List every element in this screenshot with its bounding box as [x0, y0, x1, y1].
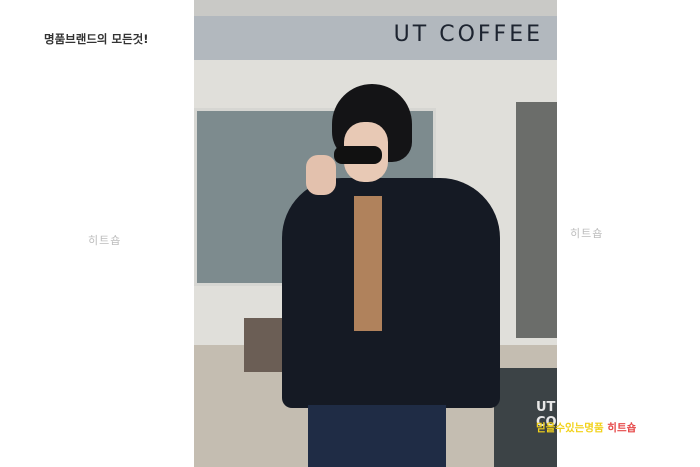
product-photo: UT COFFEE UT COFF: [194, 0, 557, 467]
cafe-sign: UT COFFEE: [194, 16, 557, 60]
footer-slogan: 믿을수있는명품: [536, 422, 604, 434]
model-hand: [306, 155, 336, 195]
model-sunglasses: [334, 146, 382, 164]
watermark-left: 히트숍: [88, 234, 122, 247]
cafe-sign-text: UT COFFEE: [393, 22, 543, 47]
footer-caption: 믿을수있는명품 히트숍: [536, 420, 636, 435]
tagline: 명품브랜드의 모든것!: [44, 32, 149, 46]
cafe-door: [516, 102, 557, 338]
model-jeans: [308, 405, 446, 467]
watermark-right: 히트숍: [570, 227, 604, 240]
model-jacket: [282, 178, 500, 408]
footer-brand: 히트숍: [607, 422, 637, 434]
model-shirt: [354, 196, 382, 331]
